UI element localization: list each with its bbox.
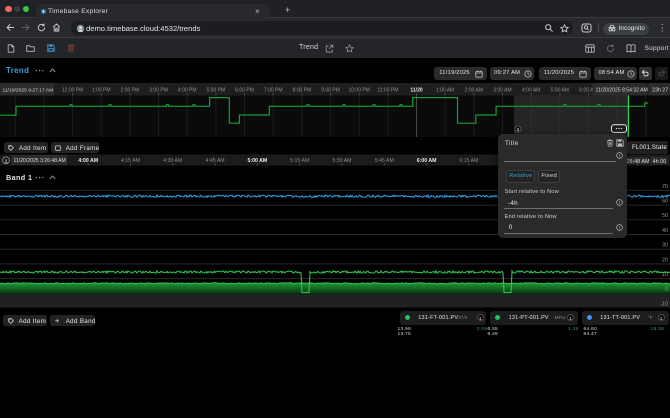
svg-text:3:00 PM: 3:00 PM	[149, 88, 168, 94]
svg-text:11/20: 11/20	[410, 88, 422, 94]
svg-text:4:00 AM: 4:00 AM	[522, 88, 540, 94]
svg-text:4:00 AM: 4:00 AM	[78, 158, 98, 164]
svg-text:9:00 PM: 9:00 PM	[321, 88, 340, 94]
svg-text:4:30 AM: 4:30 AM	[163, 158, 182, 164]
svg-text:30: 30	[662, 243, 668, 249]
svg-text:5:30 AM: 5:30 AM	[332, 158, 351, 164]
svg-text:-10: -10	[660, 301, 668, 307]
svg-text:1: 1	[5, 158, 8, 163]
svg-text:11/20/2025 3:26:48 AM: 11/20/2025 3:26:48 AM	[14, 158, 66, 164]
svg-text:2:00 AM: 2:00 AM	[465, 88, 483, 94]
svg-text:5:00 PM: 5:00 PM	[207, 88, 226, 94]
svg-text:7:00 PM: 7:00 PM	[264, 88, 283, 94]
svg-text:5:00 AM: 5:00 AM	[248, 158, 268, 164]
svg-text:10: 10	[662, 272, 668, 278]
svg-text:1:00 PM: 1:00 PM	[92, 88, 111, 94]
svg-text:6:00 PM: 6:00 PM	[235, 88, 254, 94]
svg-text:4:00 PM: 4:00 PM	[178, 88, 197, 94]
svg-text:70: 70	[662, 184, 668, 190]
svg-text:2:00 PM: 2:00 PM	[121, 88, 140, 94]
svg-text:11/20/2025 8:54:32 AM: 11/20/2025 8:54:32 AM	[596, 88, 648, 94]
svg-text:4:45 AM: 4:45 AM	[206, 158, 225, 164]
svg-text:5:15 AM: 5:15 AM	[290, 158, 309, 164]
svg-text:8:00 PM: 8:00 PM	[293, 88, 312, 94]
svg-text:4:15 AM: 4:15 AM	[121, 158, 140, 164]
svg-text:23h 27: 23h 27	[652, 88, 668, 94]
svg-text:6:15 AM: 6:15 AM	[459, 158, 478, 164]
svg-text:12:00 PM: 12:00 PM	[62, 88, 83, 94]
svg-text:11:00 PM: 11:00 PM	[377, 88, 398, 94]
svg-text:11/19/2025 9:27:17 AM: 11/19/2025 9:27:17 AM	[3, 88, 54, 94]
svg-text:4h 00: 4h 00	[653, 159, 667, 165]
svg-text:5:45 AM: 5:45 AM	[375, 158, 394, 164]
svg-text:60: 60	[662, 199, 668, 205]
svg-text:6:00 AM: 6:00 AM	[417, 158, 437, 164]
svg-text:10:00 PM: 10:00 PM	[348, 88, 369, 94]
svg-text:1:00 AM: 1:00 AM	[436, 88, 454, 94]
svg-text:20: 20	[662, 257, 668, 263]
svg-text:50: 50	[662, 213, 668, 219]
svg-text:40: 40	[662, 228, 668, 234]
svg-text:5:00 AM: 5:00 AM	[551, 88, 569, 94]
svg-text:3:00 AM: 3:00 AM	[493, 88, 511, 94]
